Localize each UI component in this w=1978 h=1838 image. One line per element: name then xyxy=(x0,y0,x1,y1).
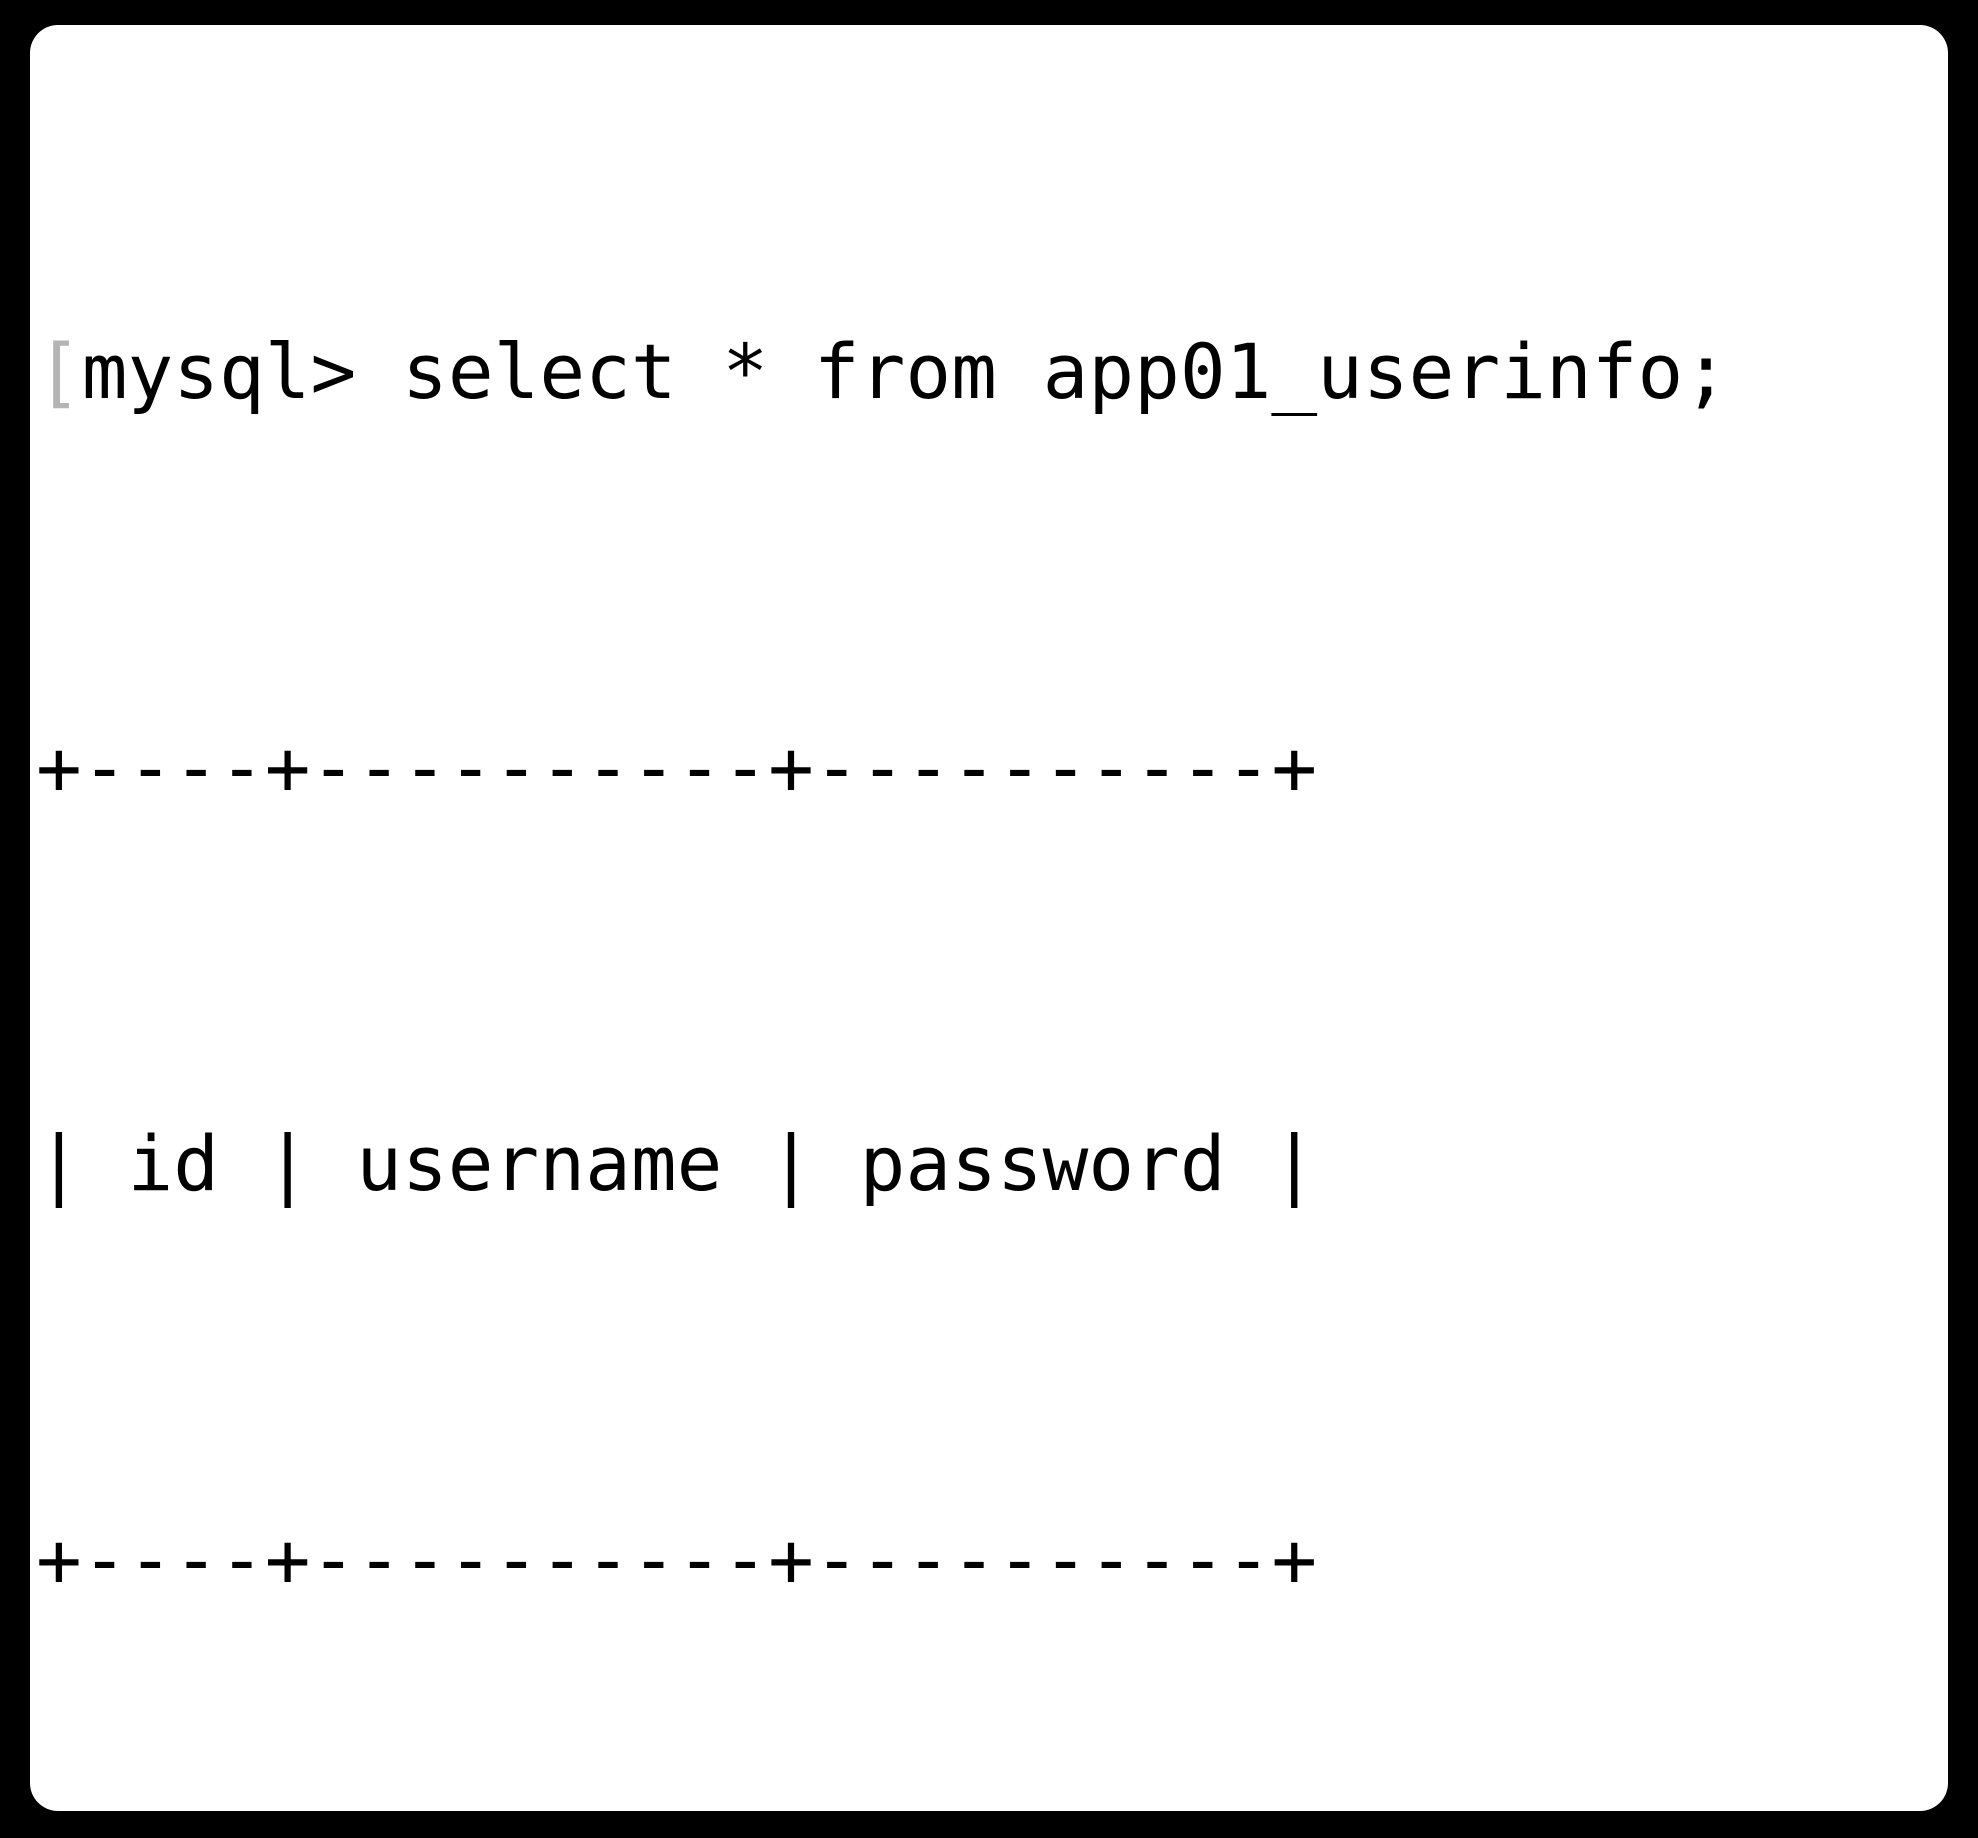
terminal-output[interactable]: [mysql> select * from app01_userinfo; +-… xyxy=(30,25,1948,1811)
terminal-line-text: mysql> select * from app01_userinfo; xyxy=(81,327,1729,416)
terminal-line-table-header: | id | username | password | xyxy=(36,1119,1318,1208)
terminal-window[interactable]: [mysql> select * from app01_userinfo; +-… xyxy=(30,25,1948,1811)
screen: [mysql> select * from app01_userinfo; +-… xyxy=(0,0,1978,1838)
terminal-line-rule: +----+----------+----------+ xyxy=(36,1515,1318,1604)
prompt-marker-icon: [ xyxy=(36,327,82,416)
terminal-line-rule: +----+----------+----------+ xyxy=(36,723,1318,812)
terminal-line-prompt-1: [mysql> select * from app01_userinfo; xyxy=(30,322,1948,421)
